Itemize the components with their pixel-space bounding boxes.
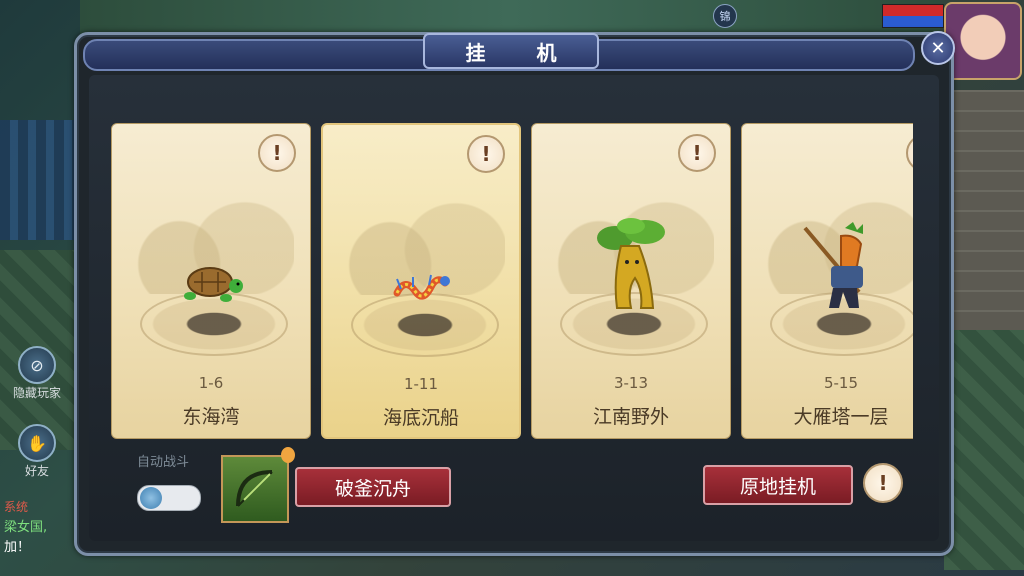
map-card-list[interactable]: ! 1-6 东海湾 ! 1-11 海底沉船 ! 3-13 江南野外 5-15 大… [111, 123, 913, 441]
card-level: 1-11 [403, 375, 439, 393]
hp-mp-bar [882, 4, 944, 28]
info-icon[interactable]: ! [678, 134, 716, 172]
card-name: 大雁塔一层 [793, 406, 889, 428]
chat-line-1: 梁女国, [4, 520, 48, 535]
carrot-warrior-icon [803, 222, 863, 308]
map-card[interactable]: ! 1-11 海底沉船 [321, 123, 521, 439]
card-level: 3-13 [613, 374, 649, 392]
map-card[interactable]: ! 5-15 大雁塔一层 [741, 123, 913, 439]
turtle-icon [184, 267, 243, 302]
map-card[interactable]: ! 1-6 东海湾 [111, 123, 311, 439]
hide-players-button[interactable]: ⊘ 隐藏玩家 [4, 346, 70, 401]
player-avatar[interactable] [944, 2, 1022, 80]
close-icon: ✕ [930, 37, 946, 59]
map-card[interactable]: ! 3-13 江南野外 [531, 123, 731, 439]
bow-icon [236, 470, 273, 507]
chat-line-2: 加！ [4, 540, 31, 555]
idle-info-icon[interactable]: ! [863, 463, 903, 503]
seahorse-dragon-icon [393, 274, 450, 300]
close-button[interactable]: ✕ [921, 31, 955, 65]
card-level: 5-15 [823, 374, 859, 392]
map-badge-label: 锦 [719, 10, 731, 23]
info-icon[interactable]: ! [258, 134, 296, 172]
friends-button[interactable]: ✋ 好友 [4, 424, 70, 479]
skill-slot[interactable] [221, 447, 295, 523]
hide-icon: ⊘ [18, 346, 56, 384]
card-level: 1-6 [198, 374, 224, 392]
auto-battle-label: 自动战斗 [137, 455, 190, 470]
auto-battle-toggle[interactable] [137, 485, 201, 511]
friends-label: 好友 [24, 464, 49, 478]
card-name: 海底沉船 [382, 407, 459, 429]
skill-button-label: 破釜沉舟 [334, 477, 411, 500]
scene-ground-right [944, 330, 1024, 570]
map-badge[interactable]: 锦 [713, 4, 737, 28]
card-name: 江南野外 [592, 406, 669, 428]
panel-title: 挂 机 [423, 33, 599, 69]
scene-roof-left [0, 120, 80, 240]
toggle-knob [140, 487, 162, 509]
tree-demon-icon [597, 218, 665, 309]
info-icon[interactable]: ! [467, 135, 505, 173]
chat-tag: 系统 [4, 500, 29, 514]
scene-wall-right [944, 90, 1024, 330]
handshake-icon: ✋ [18, 424, 56, 462]
card-name: 东海湾 [182, 406, 240, 428]
skill-button[interactable]: 破釜沉舟 [295, 467, 451, 507]
person-badge-icon [281, 447, 295, 463]
hide-players-label: 隐藏玩家 [12, 386, 61, 400]
idle-here-label: 原地挂机 [739, 475, 816, 498]
idle-here-button[interactable]: 原地挂机 [703, 465, 853, 505]
scene-top [80, 0, 940, 34]
idle-panel: 挂 机 ✕ ! 1-6 东海湾 ! 1-11 海底沉船 ! 3-13 江南野外 … [74, 31, 955, 556]
